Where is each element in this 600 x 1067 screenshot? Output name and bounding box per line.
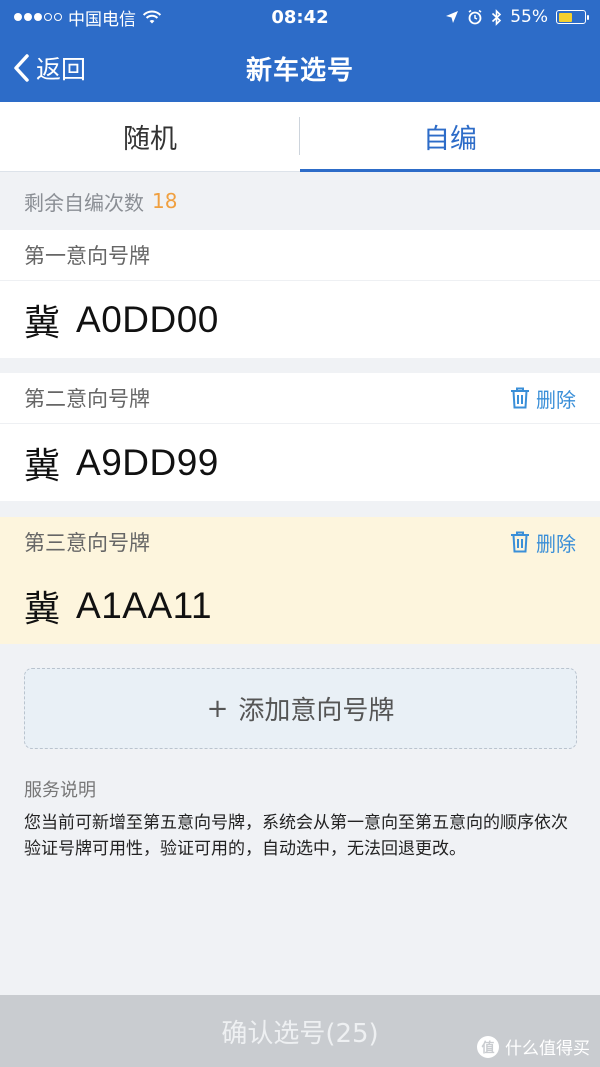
navigation-bar: 返回 新车选号 bbox=[0, 34, 600, 102]
plate-number: A9DD99 bbox=[76, 441, 219, 483]
delete-label: 删除 bbox=[536, 531, 576, 556]
wifi-icon bbox=[142, 10, 162, 24]
watermark-text: 什么值得买 bbox=[505, 1039, 590, 1059]
battery-percent: 55% bbox=[510, 7, 548, 27]
page-title: 新车选号 bbox=[245, 55, 354, 86]
plate-province: 冀 bbox=[24, 588, 61, 630]
delete-plate-button[interactable]: 删除 bbox=[510, 528, 576, 557]
plus-icon: + bbox=[206, 693, 229, 724]
plate-card-1: 第一意向号牌 冀 A0DD00 bbox=[0, 230, 600, 358]
plate-province: 冀 bbox=[24, 445, 61, 487]
remaining-label: 剩余自编次数 bbox=[24, 190, 144, 215]
trash-icon bbox=[511, 387, 529, 409]
plate-label: 第三意向号牌 bbox=[24, 531, 150, 555]
service-notes-text: 您当前可新增至第五意向号牌，系统会从第一意向至第五意向的顺序依次验证号牌可用性，… bbox=[24, 813, 568, 859]
plate-number-field[interactable]: 冀 A0DD00 bbox=[0, 281, 600, 358]
signal-strength-icon bbox=[14, 13, 62, 21]
add-plate-label: 添加意向号牌 bbox=[238, 696, 395, 726]
plate-number: A1AA11 bbox=[76, 584, 213, 626]
plate-label: 第二意向号牌 bbox=[24, 387, 150, 411]
tab-bar: 随机 自编 bbox=[0, 102, 600, 172]
watermark-badge: 值 bbox=[477, 1035, 499, 1058]
bluetooth-icon bbox=[492, 8, 502, 26]
delete-label: 删除 bbox=[536, 387, 576, 412]
delete-plate-button[interactable]: 删除 bbox=[510, 384, 576, 413]
tab-random[interactable]: 随机 bbox=[0, 102, 300, 171]
back-label: 返回 bbox=[36, 55, 87, 84]
plate-province: 冀 bbox=[24, 302, 61, 344]
plate-card-3: 第三意向号牌 删除 冀 A1AA11 bbox=[0, 517, 600, 644]
chevron-left-icon bbox=[14, 54, 29, 82]
watermark: 值 什么值得买 bbox=[477, 1034, 590, 1059]
remaining-count: 18 bbox=[152, 189, 178, 213]
location-icon bbox=[446, 11, 459, 23]
plate-label: 第一意向号牌 bbox=[24, 244, 150, 268]
alarm-icon bbox=[468, 9, 482, 25]
trash-icon bbox=[511, 531, 529, 553]
tab-custom[interactable]: 自编 bbox=[300, 102, 600, 172]
service-notes: 服务说明 您当前可新增至第五意向号牌，系统会从第一意向至第五意向的顺序依次验证号… bbox=[24, 776, 576, 862]
service-notes-title: 服务说明 bbox=[24, 780, 96, 801]
plate-number-field[interactable]: 冀 A9DD99 bbox=[0, 424, 600, 501]
back-button[interactable]: 返回 bbox=[12, 34, 86, 102]
tab-divider bbox=[299, 117, 300, 155]
plate-number: A0DD00 bbox=[76, 298, 219, 340]
status-bar: 中国电信 08:42 55% bbox=[0, 0, 600, 34]
plate-number-field[interactable]: 冀 A1AA11 bbox=[0, 567, 600, 644]
add-plate-button[interactable]: + 添加意向号牌 bbox=[24, 668, 577, 749]
carrier-name: 中国电信 bbox=[68, 9, 136, 30]
plate-card-2: 第二意向号牌 删除 冀 A9DD99 bbox=[0, 373, 600, 501]
remaining-count-row: 剩余自编次数 18 bbox=[0, 172, 600, 230]
battery-icon bbox=[556, 10, 589, 24]
